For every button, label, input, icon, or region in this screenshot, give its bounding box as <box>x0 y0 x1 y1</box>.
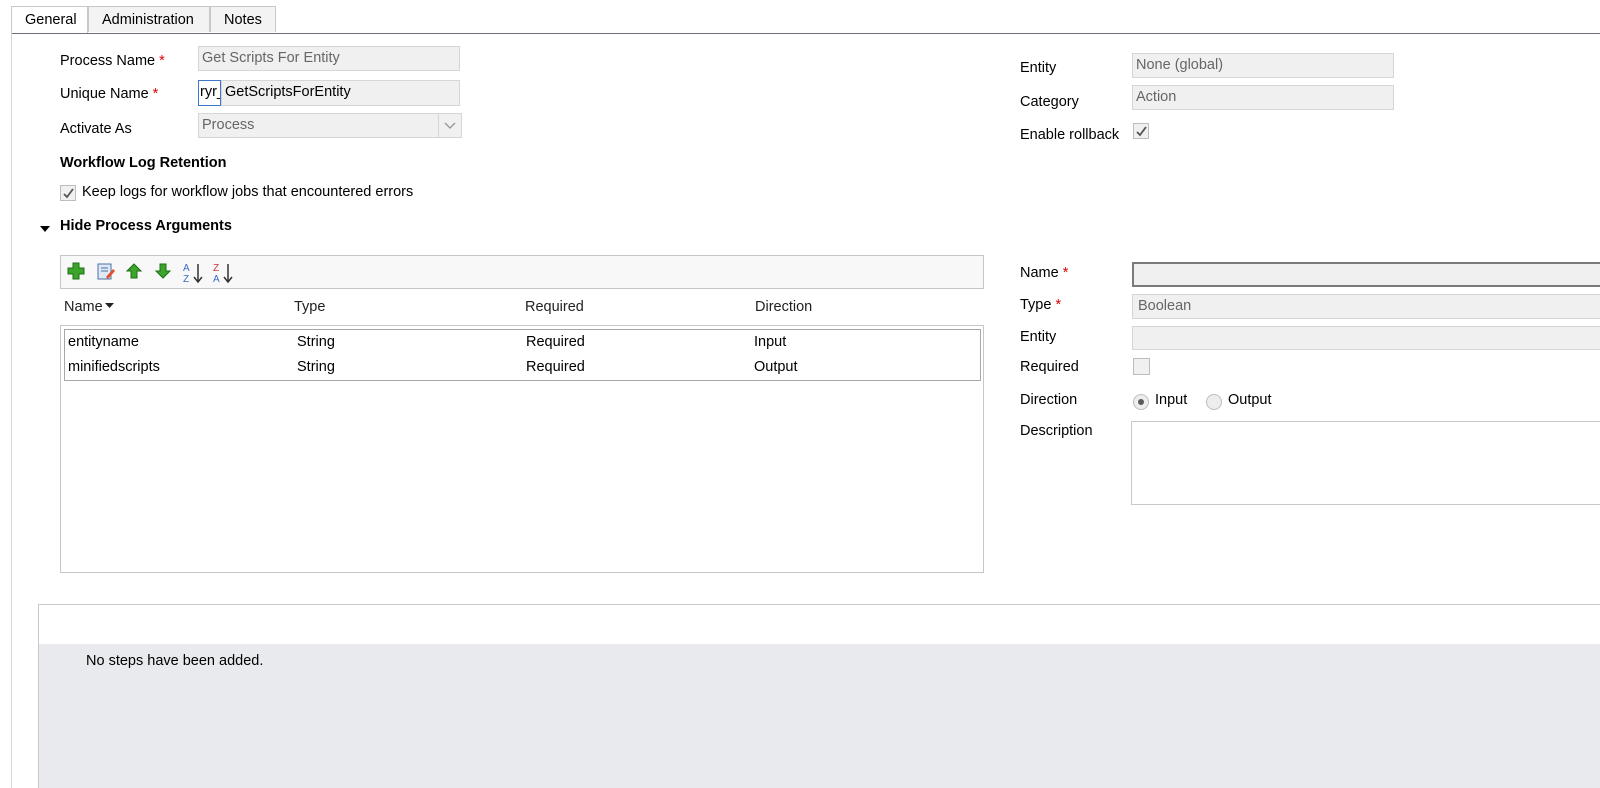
row-type: String <box>297 359 335 375</box>
tab-general[interactable]: General <box>11 6 88 34</box>
radio-selected-dot <box>1138 399 1144 405</box>
required-marker: * <box>159 53 165 69</box>
activate-as-value: Process <box>202 117 255 133</box>
arguments-toolbar: AZ ZA <box>60 255 984 289</box>
unique-name-label: Unique Name * <box>60 86 158 102</box>
svg-text:Z: Z <box>183 274 189 285</box>
unique-name-prefix: ryr_ <box>198 80 221 106</box>
enable-rollback-label: Enable rollback <box>1020 127 1120 143</box>
entity-field: None (global) <box>1132 53 1394 78</box>
column-header-direction[interactable]: Direction <box>755 299 812 315</box>
arguments-rows <box>64 329 981 381</box>
hide-arguments-label: Hide Process Arguments <box>60 218 232 234</box>
sort-caret-icon <box>104 303 114 308</box>
arg-name-label-text: Name <box>1020 265 1059 281</box>
arg-name-input[interactable] <box>1132 262 1600 287</box>
keep-logs-label: Keep logs for workflow jobs that encount… <box>82 184 414 200</box>
svg-text:A: A <box>213 274 220 285</box>
row-type: String <box>297 334 335 350</box>
row-name: minifiedscripts <box>68 359 160 375</box>
unique-name-label-text: Unique Name <box>60 86 149 102</box>
process-name-label-text: Process Name <box>60 53 156 69</box>
tab-notes[interactable]: Notes <box>210 6 276 32</box>
column-header-type[interactable]: Type <box>294 299 325 315</box>
category-label: Category <box>1020 94 1079 110</box>
checkmark-icon <box>1136 126 1147 137</box>
required-marker: * <box>1055 297 1062 313</box>
sort-ascending-icon[interactable]: AZ <box>181 261 203 285</box>
column-header-name[interactable]: Name <box>64 299 114 315</box>
direction-input-label: Input <box>1155 392 1188 408</box>
arg-required-label: Required <box>1020 359 1079 375</box>
category-field: Action <box>1132 85 1394 110</box>
tab-administration[interactable]: Administration <box>88 6 210 32</box>
arg-name-label: Name * <box>1020 265 1068 281</box>
activate-as-label: Activate As <box>60 121 132 137</box>
process-name-label: Process Name * <box>60 53 165 69</box>
keep-logs-checkbox[interactable] <box>60 185 76 201</box>
arg-description-label: Description <box>1020 423 1093 439</box>
row-direction: Input <box>754 334 787 350</box>
edit-icon[interactable] <box>96 261 116 283</box>
column-header-name-label: Name <box>64 299 103 315</box>
direction-input-radio[interactable] <box>1133 394 1149 410</box>
required-marker: * <box>1062 265 1069 281</box>
add-icon[interactable] <box>66 261 86 283</box>
row-direction: Output <box>754 359 798 375</box>
left-border <box>11 33 12 788</box>
steps-area <box>39 644 1600 788</box>
tab-notes-label: Notes <box>224 12 262 28</box>
direction-output-radio[interactable] <box>1206 394 1222 410</box>
row-name: entityname <box>68 334 139 350</box>
chevron-down-icon <box>438 114 461 137</box>
tab-general-label: General <box>25 12 77 28</box>
tab-divider <box>12 33 1600 34</box>
arg-type-label-text: Type <box>1020 297 1052 313</box>
enable-rollback-checkbox[interactable] <box>1133 123 1149 139</box>
svg-text:Z: Z <box>213 263 219 274</box>
move-up-icon[interactable] <box>124 261 144 283</box>
tab-administration-label: Administration <box>102 12 194 28</box>
checkmark-icon <box>63 188 74 199</box>
process-name-field[interactable]: Get Scripts For Entity <box>198 46 460 71</box>
entity-label: Entity <box>1020 60 1057 76</box>
direction-output-label: Output <box>1228 392 1272 408</box>
activate-as-select[interactable]: Process <box>198 113 462 138</box>
row-required: Required <box>526 359 585 375</box>
row-required: Required <box>526 334 585 350</box>
svg-text:A: A <box>183 263 190 274</box>
move-down-icon[interactable] <box>153 261 173 283</box>
log-retention-heading: Workflow Log Retention <box>60 155 227 171</box>
arg-entity-label: Entity <box>1020 329 1057 345</box>
unique-name-field[interactable]: GetScriptsForEntity <box>221 80 460 106</box>
arg-type-label: Type * <box>1020 297 1061 313</box>
no-steps-message: No steps have been added. <box>86 653 264 669</box>
column-header-required[interactable]: Required <box>525 299 584 315</box>
sort-descending-icon[interactable]: ZA <box>211 261 233 285</box>
arg-required-checkbox[interactable] <box>1133 358 1150 375</box>
arg-description-textarea[interactable] <box>1131 421 1600 505</box>
required-marker: * <box>152 86 159 102</box>
arg-entity-select[interactable] <box>1132 326 1600 350</box>
arg-direction-label: Direction <box>1020 392 1078 408</box>
caret-down-icon <box>40 226 50 232</box>
arg-type-select[interactable]: Boolean <box>1132 294 1600 319</box>
